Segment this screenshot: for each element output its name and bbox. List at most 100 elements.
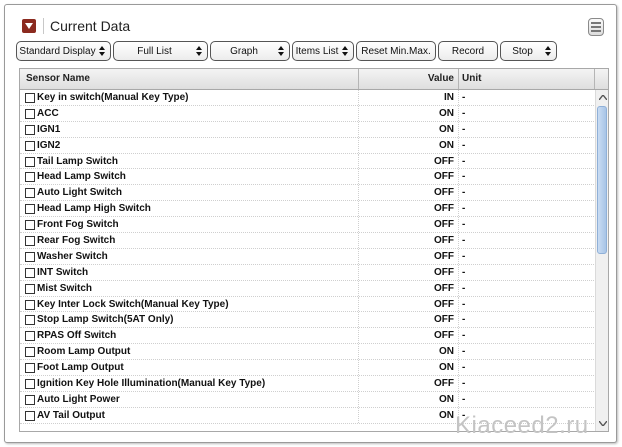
row-checkbox[interactable]	[25, 204, 35, 215]
sensor-name: IGN1	[37, 123, 61, 135]
row-checkbox[interactable]	[25, 172, 35, 183]
dropdown-arrows-icon	[277, 46, 285, 56]
row-checkbox[interactable]	[25, 140, 35, 151]
row-checkbox[interactable]	[25, 299, 35, 310]
sensor-unit: -	[462, 139, 466, 151]
table-row[interactable]: ACC ON -	[20, 105, 594, 122]
row-checkbox[interactable]	[25, 347, 35, 358]
watermark: Kiaceed2.ru	[455, 412, 589, 439]
table-row[interactable]: Foot Lamp Output ON -	[20, 360, 594, 377]
row-checkbox[interactable]	[25, 363, 35, 374]
row-checkbox[interactable]	[25, 251, 35, 262]
chevron-down-icon	[25, 23, 33, 29]
row-checkbox[interactable]	[25, 315, 35, 326]
row-checkbox[interactable]	[25, 410, 35, 421]
sensor-name: Foot Lamp Output	[37, 362, 124, 374]
reset-min-max-button[interactable]: Reset Min.Max.	[356, 41, 436, 61]
sensor-name: RPAS Off Switch	[37, 330, 117, 342]
row-checkbox[interactable]	[25, 267, 35, 278]
graph-select[interactable]: Graph	[210, 41, 290, 61]
sensor-unit: -	[462, 298, 466, 310]
sensor-unit: -	[462, 235, 466, 247]
row-checkbox[interactable]	[25, 283, 35, 294]
row-checkbox[interactable]	[25, 236, 35, 247]
sensor-value: OFF	[434, 187, 454, 199]
table-row[interactable]: IGN2 ON -	[20, 137, 594, 154]
table-row[interactable]: IGN1 ON -	[20, 121, 594, 138]
record-button[interactable]: Record	[438, 41, 498, 61]
table-row[interactable]: INT Switch OFF -	[20, 264, 594, 281]
table-row[interactable]: Rear Fog Switch OFF -	[20, 233, 594, 249]
table-row[interactable]: Auto Light Switch OFF -	[20, 185, 594, 202]
column-header-unit[interactable]: Unit	[462, 73, 481, 84]
sensor-name: Key Inter Lock Switch(Manual Key Type)	[37, 298, 229, 310]
sensor-name: Washer Switch	[37, 250, 108, 262]
table-row[interactable]: Key Inter Lock Switch(Manual Key Type) OF…	[20, 296, 594, 313]
table-row[interactable]: Stop Lamp Switch(5AT Only) OFF -	[20, 312, 594, 329]
panel-header: Current Data	[5, 5, 616, 40]
sensor-unit: -	[462, 187, 466, 199]
dropdown-arrows-icon	[341, 46, 349, 56]
sensor-value: OFF	[434, 235, 454, 247]
row-checkbox[interactable]	[25, 124, 35, 135]
sensor-name: Tail Lamp Switch	[37, 155, 118, 167]
table-row[interactable]: Auto Light Power ON -	[20, 391, 594, 408]
row-checkbox[interactable]	[25, 188, 35, 199]
sensor-name: Rear Fog Switch	[37, 235, 116, 247]
table-row[interactable]: Washer Switch OFF -	[20, 248, 594, 265]
sensor-unit: -	[462, 92, 466, 103]
stop-select[interactable]: Stop	[500, 41, 557, 61]
sensor-name: Room Lamp Output	[37, 346, 131, 358]
row-checkbox[interactable]	[25, 108, 35, 119]
sensor-unit: -	[462, 282, 466, 294]
table-row[interactable]: Head Lamp Switch OFF -	[20, 169, 594, 186]
sensor-name: Front Fog Switch	[37, 219, 119, 231]
sensor-unit: -	[462, 171, 466, 183]
sensor-name: Stop Lamp Switch(5AT Only)	[37, 314, 174, 326]
row-checkbox[interactable]	[25, 220, 35, 231]
items-list-select[interactable]: Items List	[292, 41, 354, 61]
sensor-value: OFF	[434, 298, 454, 310]
panel-menu-button[interactable]	[588, 18, 604, 36]
sensor-value: OFF	[434, 250, 454, 262]
sensor-name: Head Lamp Switch	[37, 171, 126, 183]
sensor-value: OFF	[434, 314, 454, 326]
row-checkbox[interactable]	[25, 331, 35, 342]
column-header-value[interactable]: Value	[358, 73, 454, 84]
table-row[interactable]: Head Lamp High Switch OFF -	[20, 201, 594, 218]
collapse-button[interactable]	[22, 19, 36, 33]
sensor-unit: -	[462, 266, 466, 278]
row-checkbox[interactable]	[25, 93, 35, 103]
sensor-unit: -	[462, 219, 466, 231]
table-row[interactable]: Mist Switch OFF -	[20, 280, 594, 297]
table-row[interactable]: Key in switch(Manual Key Type) IN -	[20, 90, 594, 106]
sensor-name: AV Tail Output	[37, 409, 105, 421]
sensor-name: ACC	[37, 107, 59, 119]
table-row[interactable]: Tail Lamp Switch OFF -	[20, 153, 594, 170]
sensor-unit: -	[462, 346, 466, 358]
sensor-unit: -	[462, 362, 466, 374]
standard-display-select[interactable]: Standard Display	[16, 41, 111, 61]
vertical-scrollbar[interactable]	[595, 90, 608, 431]
sensor-name: Key in switch(Manual Key Type)	[37, 92, 189, 103]
sensor-value: OFF	[434, 330, 454, 342]
table-row[interactable]: RPAS Off Switch OFF -	[20, 328, 594, 345]
arrow-up-icon[interactable]	[598, 93, 607, 102]
table-row[interactable]: Ignition Key Hole Illumination(Manual Ke…	[20, 376, 594, 392]
sensor-value: OFF	[434, 282, 454, 294]
arrow-down-icon[interactable]	[598, 419, 607, 428]
sensor-value: OFF	[434, 203, 454, 215]
full-list-select[interactable]: Full List	[113, 41, 208, 61]
column-header-sensor-name[interactable]: Sensor Name	[26, 73, 90, 84]
row-checkbox[interactable]	[25, 394, 35, 405]
sensor-value: OFF	[434, 266, 454, 278]
row-checkbox[interactable]	[25, 379, 35, 390]
scrollbar-thumb[interactable]	[597, 106, 607, 254]
table-row[interactable]: Front Fog Switch OFF -	[20, 217, 594, 234]
sensor-value: ON	[439, 346, 454, 358]
row-checkbox[interactable]	[25, 156, 35, 167]
table-row[interactable]: Room Lamp Output ON -	[20, 344, 594, 361]
sensor-unit: -	[462, 203, 466, 215]
dropdown-arrows-icon	[544, 46, 552, 56]
sensor-value: OFF	[434, 219, 454, 231]
